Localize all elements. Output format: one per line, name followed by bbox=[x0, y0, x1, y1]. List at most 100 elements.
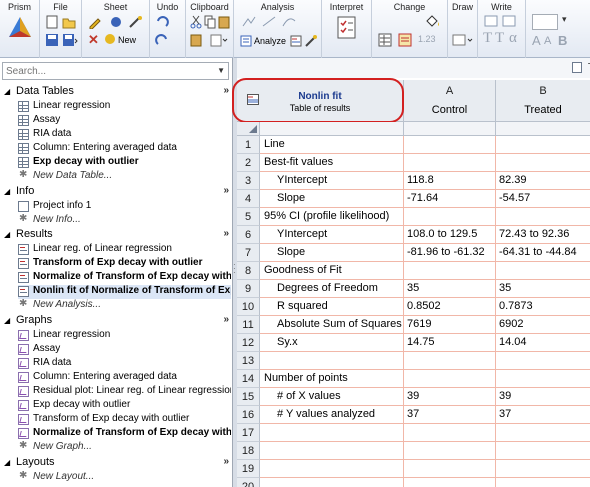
expand-icon[interactable]: » bbox=[223, 456, 229, 467]
cell-control[interactable] bbox=[404, 262, 496, 280]
cell-control[interactable]: 108.0 to 129.5 bbox=[404, 226, 496, 244]
row-label-cell[interactable]: Slope bbox=[260, 244, 404, 262]
save-all-icon[interactable] bbox=[62, 33, 78, 47]
cell-treated[interactable]: 72.43 to 92.36 bbox=[496, 226, 590, 244]
result-item[interactable]: Normalize of Transform of Exp decay with… bbox=[18, 271, 231, 285]
collapse-triangle-icon[interactable]: ◢ bbox=[4, 187, 10, 196]
chevron-down-icon[interactable]: ▾ bbox=[562, 14, 567, 25]
open-folder-icon[interactable] bbox=[62, 15, 76, 29]
new-file-icon[interactable] bbox=[45, 15, 59, 29]
expand-icon[interactable]: » bbox=[223, 314, 229, 325]
shrink-font-icon[interactable]: A bbox=[544, 35, 551, 47]
row-number[interactable]: 4 bbox=[237, 190, 260, 208]
analysis-chart-icon[interactable] bbox=[242, 15, 256, 27]
row-number[interactable]: 8 bbox=[237, 262, 260, 280]
new-button[interactable]: New bbox=[118, 35, 136, 45]
greek-alpha-icon[interactable]: α bbox=[509, 30, 517, 47]
collapse-triangle-icon[interactable]: ◢ bbox=[4, 230, 10, 239]
data-table-item[interactable]: RIA data bbox=[18, 128, 231, 142]
row-number[interactable]: 15 bbox=[237, 388, 260, 406]
cell-treated[interactable] bbox=[496, 262, 590, 280]
cell-control[interactable] bbox=[404, 136, 496, 154]
expand-icon[interactable]: » bbox=[223, 228, 229, 239]
info-item[interactable]: Project info 1 bbox=[18, 200, 231, 214]
row-label-cell[interactable]: Absolute Sum of Squares bbox=[260, 316, 404, 334]
bold-icon[interactable]: B bbox=[558, 33, 567, 48]
cell-treated[interactable]: 6902 bbox=[496, 316, 590, 334]
graph-item[interactable]: Residual plot: Linear reg. of Linear reg… bbox=[18, 385, 231, 399]
row-label-cell[interactable]: # Y values analyzed bbox=[260, 406, 404, 424]
undo-icon[interactable] bbox=[155, 15, 169, 29]
cell-treated[interactable] bbox=[496, 460, 590, 478]
graph-item[interactable]: Column: Entering averaged data bbox=[18, 371, 231, 385]
row-label-cell[interactable]: Number of points bbox=[260, 370, 404, 388]
new-analysis-link[interactable]: ✱ New Analysis... bbox=[18, 299, 231, 313]
chevron-down-icon[interactable]: ▼ bbox=[217, 66, 225, 75]
row-number[interactable]: 9 bbox=[237, 280, 260, 298]
paint-bucket-icon[interactable] bbox=[424, 13, 442, 29]
expand-icon[interactable]: » bbox=[223, 185, 229, 196]
cell-control[interactable]: -81.96 to -61.32 bbox=[404, 244, 496, 262]
text-insert-icon[interactable]: T bbox=[495, 30, 504, 47]
graph-item[interactable]: Assay bbox=[18, 343, 231, 357]
section-results[interactable]: ◢ Results » bbox=[0, 228, 233, 242]
section-info[interactable]: ◢ Info » bbox=[0, 185, 233, 199]
result-item[interactable]: Linear reg. of Linear regression bbox=[18, 243, 231, 257]
analysis-fit-icon[interactable] bbox=[282, 15, 296, 27]
row-number[interactable]: 12 bbox=[237, 334, 260, 352]
result-item[interactable]: Transform of Exp decay with outlier bbox=[18, 257, 231, 271]
draw-shape-icon[interactable] bbox=[452, 33, 474, 47]
row-number[interactable]: 19 bbox=[237, 460, 260, 478]
row-number[interactable]: 6 bbox=[237, 226, 260, 244]
row-label-cell[interactable]: Slope bbox=[260, 190, 404, 208]
row-label-cell[interactable] bbox=[260, 352, 404, 370]
cell-control[interactable] bbox=[404, 370, 496, 388]
row-label-cell[interactable]: Goodness of Fit bbox=[260, 262, 404, 280]
cell-treated[interactable]: 14.04 bbox=[496, 334, 590, 352]
row-number[interactable]: 10 bbox=[237, 298, 260, 316]
row-number[interactable]: 1 bbox=[237, 136, 260, 154]
section-graphs[interactable]: ◢ Graphs » bbox=[0, 314, 233, 328]
new-info-link[interactable]: ✱ New Info... bbox=[18, 214, 231, 228]
cell-treated[interactable] bbox=[496, 478, 590, 487]
graph-item[interactable]: Exp decay with outlier bbox=[18, 399, 231, 413]
cell-treated[interactable] bbox=[496, 424, 590, 442]
table-title-cell[interactable]: Nonlin fit Table of results bbox=[232, 78, 404, 123]
row-number[interactable]: 5 bbox=[237, 208, 260, 226]
results-table-icon[interactable] bbox=[290, 35, 302, 47]
copy-icon[interactable] bbox=[204, 15, 216, 29]
row-label-cell[interactable]: 95% CI (profile likelihood) bbox=[260, 208, 404, 226]
row-label-cell[interactable] bbox=[260, 424, 404, 442]
cell-treated[interactable] bbox=[496, 154, 590, 172]
analyze-button[interactable]: Analyze bbox=[254, 36, 286, 46]
row-label-cell[interactable]: YIntercept bbox=[260, 226, 404, 244]
cell-control[interactable] bbox=[404, 442, 496, 460]
collapse-triangle-icon[interactable]: ◢ bbox=[4, 316, 10, 325]
row-number[interactable]: 7 bbox=[237, 244, 260, 262]
row-label-cell[interactable]: R squared bbox=[260, 298, 404, 316]
new-graph-link[interactable]: ✱ New Graph... bbox=[18, 441, 231, 455]
cut-icon[interactable] bbox=[190, 15, 202, 29]
new-sheet-icon[interactable] bbox=[104, 33, 116, 45]
row-number[interactable]: 18 bbox=[237, 442, 260, 460]
cell-control[interactable] bbox=[404, 424, 496, 442]
new-layout-link[interactable]: ✱ New Layout... bbox=[18, 471, 231, 485]
splitter-grip-icon[interactable]: · · · bbox=[233, 261, 236, 277]
text-box-icon[interactable] bbox=[484, 15, 498, 27]
sheet-view-icon[interactable] bbox=[572, 62, 582, 73]
row-label-cell[interactable]: # of X values bbox=[260, 388, 404, 406]
new-data-table-link[interactable]: ✱ New Data Table... bbox=[18, 170, 231, 184]
format-sheet-icon[interactable] bbox=[398, 33, 412, 47]
cell-treated[interactable] bbox=[496, 136, 590, 154]
cell-control[interactable]: 14.75 bbox=[404, 334, 496, 352]
text-serif-icon[interactable]: T bbox=[483, 30, 492, 47]
cell-control[interactable]: 7619 bbox=[404, 316, 496, 334]
section-data-tables[interactable]: ◢ Data Tables » bbox=[0, 85, 233, 99]
row-label-cell[interactable]: Sy.x bbox=[260, 334, 404, 352]
data-table-item[interactable]: Linear regression bbox=[18, 100, 231, 114]
cell-treated[interactable]: 0.7873 bbox=[496, 298, 590, 316]
number-format-icon[interactable]: 1.23 bbox=[418, 34, 436, 44]
grow-font-icon[interactable]: A bbox=[532, 33, 541, 48]
redo-icon[interactable] bbox=[155, 33, 169, 47]
cell-control[interactable] bbox=[404, 352, 496, 370]
